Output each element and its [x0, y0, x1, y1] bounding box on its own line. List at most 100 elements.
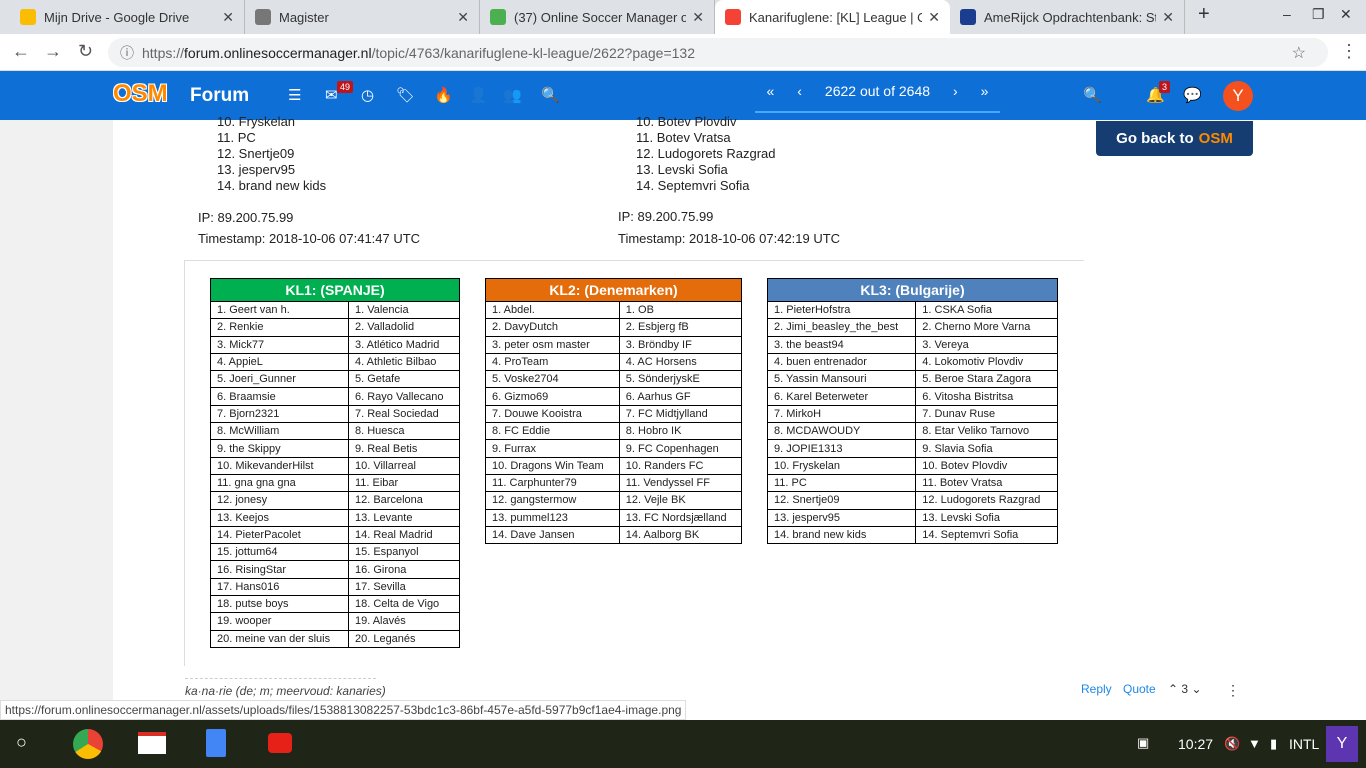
maximize-button[interactable]: ❐: [1312, 6, 1325, 23]
docs-icon[interactable]: [206, 729, 226, 757]
timestamp-label: Timestamp: 2018-10-06 07:42:19 UTC: [618, 231, 841, 246]
osm-logo[interactable]: OSM: [113, 80, 168, 108]
close-icon[interactable]: ✕: [457, 9, 469, 26]
back-icon[interactable]: ←: [12, 41, 30, 62]
post-pager[interactable]: « ‹ 2622 out of 2648 › »: [755, 71, 1000, 113]
launcher-icon[interactable]: ○: [16, 732, 27, 753]
list-item: 10. Botev Plovdiv: [636, 114, 737, 129]
tab-osm-forum[interactable]: Kanarifuglene: [KL] League | OSM Forum✕: [715, 0, 950, 34]
close-window-button[interactable]: ✕: [1340, 6, 1352, 23]
categories-icon[interactable]: ☰: [288, 86, 301, 104]
reply-button[interactable]: Reply: [1081, 682, 1112, 696]
mute-icon[interactable]: 🔇: [1224, 736, 1240, 752]
player-cell: 13. jesperv95: [766, 508, 917, 527]
forward-icon[interactable]: →: [44, 41, 62, 62]
downvote-icon[interactable]: ⌄: [1191, 682, 1201, 696]
avatar[interactable]: Y: [1223, 81, 1253, 111]
input-method[interactable]: INTL: [1289, 736, 1319, 752]
player-cell: 10. MikevanderHilst: [210, 456, 349, 475]
club-cell: 10. Randers FC: [618, 456, 743, 475]
player-cell: 3. Mick77: [210, 335, 349, 354]
player-cell: 14. brand new kids: [766, 525, 917, 545]
club-cell: 2. Valladolid: [347, 318, 461, 337]
club-cell: 1. OB: [618, 300, 743, 320]
search-icon[interactable]: 🔍: [541, 86, 560, 104]
clock[interactable]: 10:27: [1178, 736, 1213, 752]
table-row: 15. jottum64 15. Espanyol: [210, 543, 461, 562]
first-post-icon[interactable]: «: [766, 83, 774, 99]
quote-button[interactable]: Quote: [1123, 682, 1156, 696]
club-cell: 14. Septemvri Sofia: [915, 525, 1058, 545]
club-cell: 8. Hobro IK: [618, 422, 743, 441]
club-cell: 12. Vejle BK: [618, 491, 743, 510]
table-row: 3. peter osm master 3. Bröndby IF: [485, 335, 743, 354]
table-row: 4. buen entrenador 4. Lokomotiv Plovdiv: [766, 352, 1058, 372]
minimize-button[interactable]: –: [1283, 6, 1291, 22]
table-row: 7. Bjorn2321 7. Real Sociedad: [210, 404, 461, 424]
chat-icon[interactable]: 💬: [1183, 86, 1202, 104]
new-tab-button[interactable]: +: [1198, 3, 1210, 26]
tab-amerijck[interactable]: AmeRijck Opdrachtenbank: Sticky✕: [950, 0, 1185, 34]
table-title: KL1: (SPANJE): [210, 278, 460, 302]
table-title: KL2: (Denemarken): [485, 278, 742, 302]
reload-icon[interactable]: ↻: [78, 41, 93, 62]
battery-icon[interactable]: ▮: [1270, 736, 1277, 752]
list-item: 13. jesperv95: [217, 162, 296, 177]
club-cell: 9. Real Betis: [347, 439, 461, 458]
user-avatar[interactable]: Y: [1326, 726, 1358, 762]
search-icon[interactable]: 🔍: [1083, 86, 1102, 104]
tab-google-drive[interactable]: Mijn Drive - Google Drive ✕: [10, 0, 245, 34]
list-item: 13. Levski Sofia: [636, 162, 728, 177]
table-row: 2. Renkie 2. Valladolid: [210, 318, 461, 337]
youtube-icon[interactable]: [268, 733, 292, 753]
close-icon[interactable]: ✕: [928, 9, 940, 26]
inbox-icon[interactable]: ✉: [325, 86, 338, 104]
groups-icon[interactable]: 👥: [503, 86, 522, 104]
table-row: 1. Geert van h. 1. Valencia: [210, 300, 461, 320]
tab-facebook[interactable]: (37) Online Soccer Manager op Facebook✕: [480, 0, 715, 34]
table-row: 3. the beast94 3. Vereya: [766, 335, 1058, 354]
table-row: 5. Voske2704 5. SönderjyskE: [485, 370, 743, 389]
go-back-button[interactable]: Go back to OSM: [1096, 121, 1253, 156]
more-icon[interactable]: ⋮: [1226, 682, 1240, 699]
table-row: 6. Gizmo69 6. Aarhus GF: [485, 387, 743, 406]
club-cell: 6. Vitosha Bistritsa: [915, 387, 1058, 406]
magister-icon: [255, 9, 271, 25]
gmail-icon[interactable]: [138, 732, 166, 754]
tab-strip: Mijn Drive - Google Drive ✕ Magister ✕ (37…: [0, 0, 1366, 34]
tab-magister[interactable]: Magister ✕: [245, 0, 480, 34]
chrome-icon[interactable]: [73, 729, 103, 759]
prev-post-icon[interactable]: ‹: [797, 83, 802, 99]
osm-facebook-icon: [490, 9, 506, 25]
forum-title[interactable]: Forum: [190, 85, 249, 107]
player-cell: 13. pummel123: [485, 508, 620, 527]
popular-icon[interactable]: 🔥: [434, 86, 453, 104]
next-post-icon[interactable]: ›: [953, 83, 958, 99]
player-cell: 10. Dragons Win Team: [485, 456, 620, 475]
screenshot-icon[interactable]: ▣: [1137, 735, 1149, 751]
table-title: KL3: (Bulgarije): [767, 278, 1058, 302]
club-cell: 7. Dunav Ruse: [915, 404, 1058, 424]
table-row: 11. gna gna gna 11. Eibar: [210, 473, 461, 493]
close-icon[interactable]: ✕: [692, 9, 704, 26]
player-cell: 6. Karel Beterweter: [766, 387, 917, 406]
status-url: https://forum.onlinesoccermanager.nl/ass…: [0, 700, 687, 720]
upvote-icon[interactable]: ⌃: [1168, 682, 1178, 696]
osm-logo: OSM: [1198, 130, 1233, 147]
star-icon[interactable]: ☆: [1292, 43, 1306, 63]
menu-icon[interactable]: ⋮: [1340, 41, 1358, 62]
user-icon[interactable]: 👤: [469, 86, 488, 104]
table-row: 10. Dragons Win Team 10. Randers FC: [485, 456, 743, 475]
wifi-icon[interactable]: ▼: [1248, 736, 1261, 751]
last-post-icon[interactable]: »: [981, 83, 989, 99]
recent-icon[interactable]: ◷: [361, 86, 374, 104]
close-icon[interactable]: ✕: [1162, 9, 1174, 26]
club-cell: 14. Aalborg BK: [618, 525, 743, 545]
table-row: 11. PC 11. Botev Vratsa: [766, 473, 1058, 493]
club-cell: 10. Villarreal: [347, 456, 461, 475]
info-icon: ⓘ: [120, 44, 134, 61]
url-input[interactable]: ⓘ https://forum.onlinesoccermanager.nl/to…: [108, 38, 1328, 67]
forum-header: OSM Forum ☰ ✉ 49 ◷ 🏷 🔥 👤 👥 🔍 « ‹ 2622 ou…: [0, 71, 1366, 120]
tags-icon[interactable]: 🏷: [396, 86, 415, 104]
close-icon[interactable]: ✕: [222, 9, 234, 26]
